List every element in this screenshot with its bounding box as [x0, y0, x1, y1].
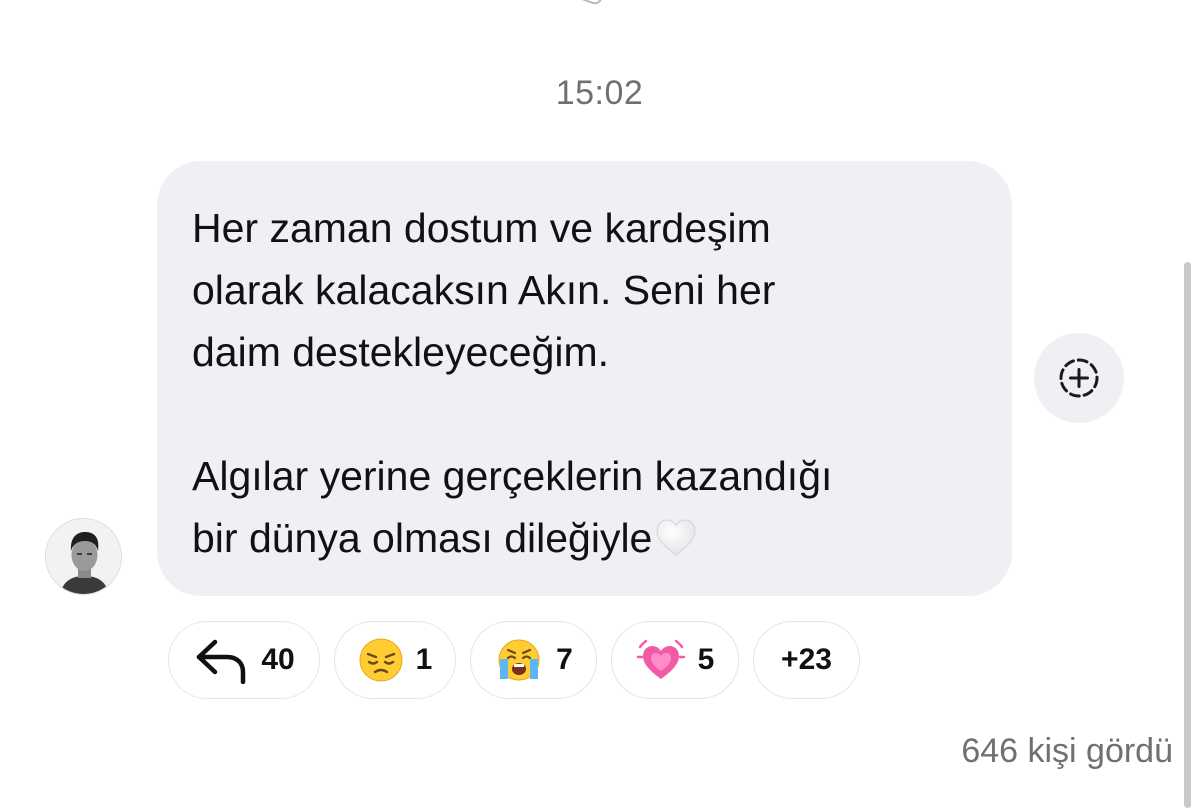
- avatar-image: [46, 519, 121, 594]
- message-line: Her zaman dostum ve kardeşim: [192, 205, 771, 251]
- add-reaction-button[interactable]: [1034, 333, 1124, 423]
- message-line: daim destekleyeceğim.: [192, 329, 610, 375]
- seen-by-count[interactable]: 646 kişi gördü: [961, 732, 1173, 771]
- message-bubble[interactable]: Her zaman dostum ve kardeşim olarak kala…: [157, 161, 1012, 596]
- reply-count-button[interactable]: 40: [168, 621, 320, 699]
- message-line: olarak kalacaksın Akın. Seni her: [192, 267, 776, 313]
- pensive-face-icon: [359, 638, 403, 682]
- white-heart-icon: [656, 519, 696, 556]
- reaction-pensive[interactable]: 1: [334, 621, 456, 699]
- more-reactions-count: +23: [781, 643, 832, 676]
- message-line-with-emoji: bir dünya olması dileğiyle: [192, 507, 978, 569]
- reply-arrow-icon: [197, 639, 246, 684]
- previous-content-fragment: [582, 0, 606, 7]
- chat-screen: 15:02 Her zaman dostum ve kardeşim olara…: [0, 0, 1199, 808]
- reaction-count: 7: [556, 643, 573, 676]
- growing-heart-icon: [636, 639, 685, 679]
- loudly-crying-face-icon: [498, 639, 540, 681]
- message-timestamp: 15:02: [555, 74, 644, 112]
- reaction-loudly-crying[interactable]: 7: [470, 621, 597, 699]
- add-reaction-icon: [1059, 358, 1099, 398]
- reaction-count: 1: [415, 643, 433, 676]
- message-line: bir dünya olması dileğiyle: [192, 515, 653, 561]
- scrollbar[interactable]: [1184, 262, 1191, 808]
- reaction-growing-heart[interactable]: 5: [611, 621, 739, 699]
- more-reactions-button[interactable]: +23: [753, 621, 860, 699]
- reply-count: 40: [261, 643, 295, 676]
- reaction-count: 5: [697, 643, 715, 676]
- sender-avatar[interactable]: [45, 518, 122, 595]
- message-line: Algılar yerine gerçeklerin kazandığı: [192, 453, 833, 499]
